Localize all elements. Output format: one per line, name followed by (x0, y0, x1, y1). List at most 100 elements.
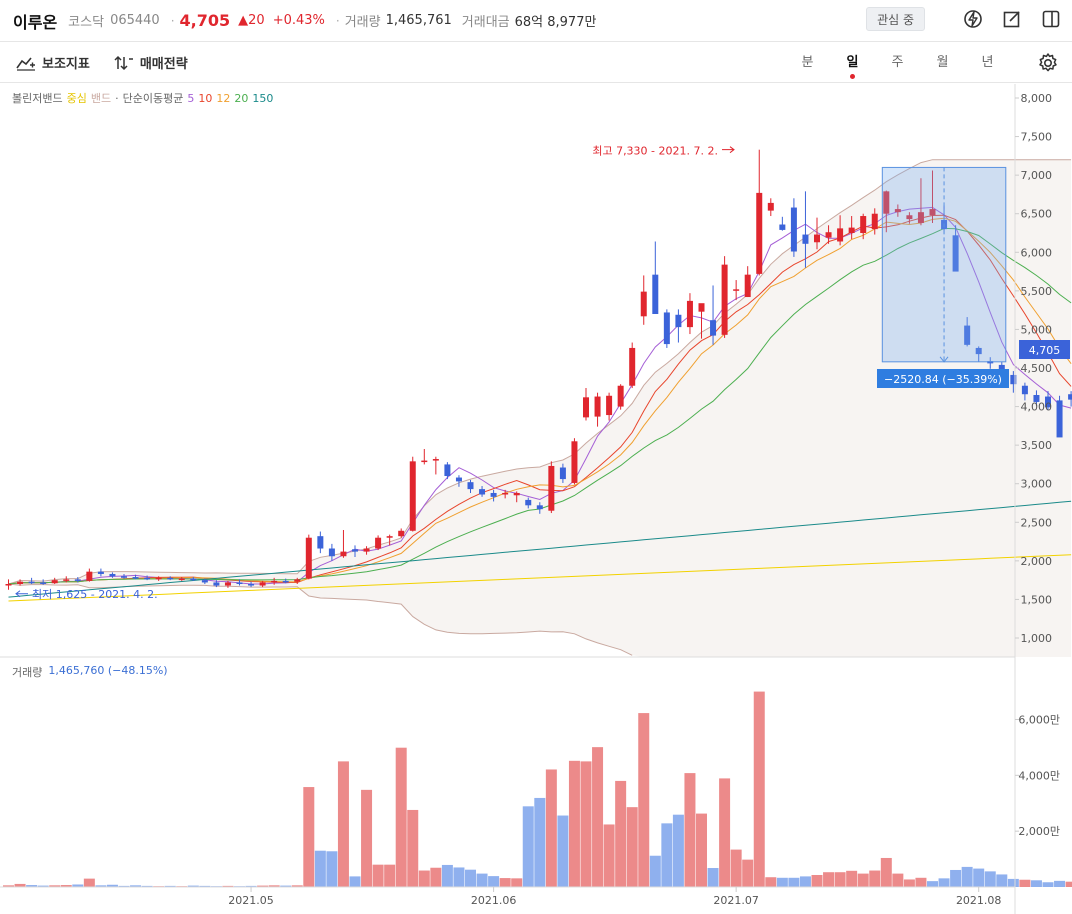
high-annotation: 최고 7,330 - 2021. 7. 2. (592, 145, 718, 158)
legend-ma-5: 5 (187, 91, 195, 105)
strategy-label: 매매전략 (139, 57, 188, 72)
tab-day[interactable]: 일 (830, 43, 875, 83)
indicator-label: 보조지표 (42, 57, 90, 72)
indicator-button[interactable]: 보조지표 (16, 53, 90, 72)
price-tick-label: 3,000 (1021, 478, 1053, 491)
price-tick-label: 7,500 (1021, 131, 1053, 144)
volume-bar (488, 876, 500, 887)
candle-body (860, 216, 867, 233)
candle-body (559, 467, 566, 480)
candle-body (710, 320, 717, 336)
candle-body (790, 207, 797, 252)
volume-label: 거래량 (344, 15, 381, 30)
tab-minute[interactable]: 분 (785, 43, 830, 83)
legend-bollinger: 볼린저밴드 (12, 92, 63, 105)
volume-bar (430, 867, 442, 887)
candle-body (144, 577, 151, 580)
candle-body (837, 228, 844, 242)
stock-code: 065440 (110, 13, 160, 28)
price-tick-label: 1,500 (1021, 593, 1053, 606)
volume-bar (534, 797, 546, 887)
volume-bar (557, 815, 569, 887)
volume-bar (407, 809, 419, 887)
last-price-badge: 4,705 (1029, 344, 1061, 357)
volume-bar (961, 866, 973, 887)
volume-bar (672, 814, 684, 887)
candle-body (490, 492, 497, 497)
candle-body (409, 461, 416, 531)
candle-body (733, 289, 740, 291)
volume-bar (719, 778, 731, 887)
change-rate: +0.43% (272, 13, 325, 28)
tab-year[interactable]: 년 (965, 43, 1010, 83)
volume-bar (915, 877, 927, 887)
candle-body (201, 580, 208, 583)
candle-body (97, 571, 104, 574)
candle-body (398, 530, 405, 537)
legend-sma: 단순이동평균 (122, 92, 184, 105)
volume-bar (857, 873, 869, 887)
candle-body (155, 577, 162, 580)
legend-ma-150: 150 (252, 91, 274, 105)
candle-body (606, 395, 613, 416)
legend-ma-20: 20 (234, 91, 249, 105)
price-change: ▲20 (238, 13, 265, 28)
volume-bar (823, 872, 835, 887)
candle-body (51, 580, 58, 584)
volume-bar (811, 874, 823, 887)
price-tick-label: 8,000 (1021, 92, 1053, 105)
candle-body (213, 582, 220, 586)
volume-legend-value: 1,465,760 (−48.15%) (48, 664, 168, 677)
legend-ma-10: 10 (198, 91, 213, 105)
legend-band: 밴드 (90, 92, 112, 105)
lightning-icon[interactable] (962, 8, 984, 30)
candle-body (548, 465, 555, 511)
volume-bar (892, 873, 904, 887)
price-tick-label: 2,500 (1021, 516, 1053, 529)
volume-bar (361, 789, 373, 887)
volume-bar (499, 878, 511, 887)
edit-icon[interactable] (1001, 8, 1023, 30)
candle-body (467, 482, 474, 490)
volume-bar (1030, 880, 1042, 887)
candle-body (686, 300, 693, 328)
volume-bar (938, 878, 950, 887)
candle-body (109, 573, 116, 577)
volume-bar (788, 877, 800, 887)
candle-body (455, 477, 462, 482)
price-tick-label: 6,000 (1021, 246, 1053, 259)
gear-icon[interactable] (1037, 52, 1059, 74)
volume-bar (950, 869, 962, 887)
volume-bar (615, 780, 627, 887)
volume-bar (1042, 882, 1054, 887)
candle-body (513, 492, 520, 496)
volume-bar (476, 873, 488, 887)
tab-week[interactable]: 주 (875, 43, 920, 83)
candle-body (767, 202, 774, 211)
candle-body (432, 459, 439, 461)
volume-bar (903, 879, 915, 887)
volume-bar (661, 823, 673, 887)
price-tick-label: 5,000 (1021, 323, 1053, 336)
candle-body (271, 580, 278, 583)
volume-bar (522, 806, 534, 887)
tab-month[interactable]: 월 (920, 43, 965, 83)
active-dot (850, 74, 855, 79)
volume-bar (453, 867, 465, 887)
strategy-button[interactable]: 매매전략 (114, 53, 188, 72)
indicator-legend: 볼린저밴드 중심 밴드 · 단순이동평균 5 10 12 20 150 (12, 90, 277, 106)
candle-body (779, 224, 786, 230)
price-volume-chart[interactable]: −2520.84 (−35.39%) 4,705 최고 7,330 - 2021. … (0, 84, 1072, 914)
period-tabs: 분 일 주 월 년 (785, 43, 1010, 83)
favorite-button[interactable]: 관심 중 (866, 7, 925, 31)
volume-bar (465, 869, 476, 887)
amount-value: 68억 8,977만 (514, 15, 597, 30)
candle-body (571, 441, 578, 483)
candle-body (721, 264, 728, 335)
volume-bar (649, 855, 661, 887)
volume-bar (996, 874, 1008, 887)
panel-toggle-icon[interactable] (1040, 8, 1062, 30)
candle-body (178, 578, 185, 581)
low-annotation: 최저 1,625 - 2021. 4. 2. (32, 588, 158, 601)
candle-body (328, 548, 335, 557)
